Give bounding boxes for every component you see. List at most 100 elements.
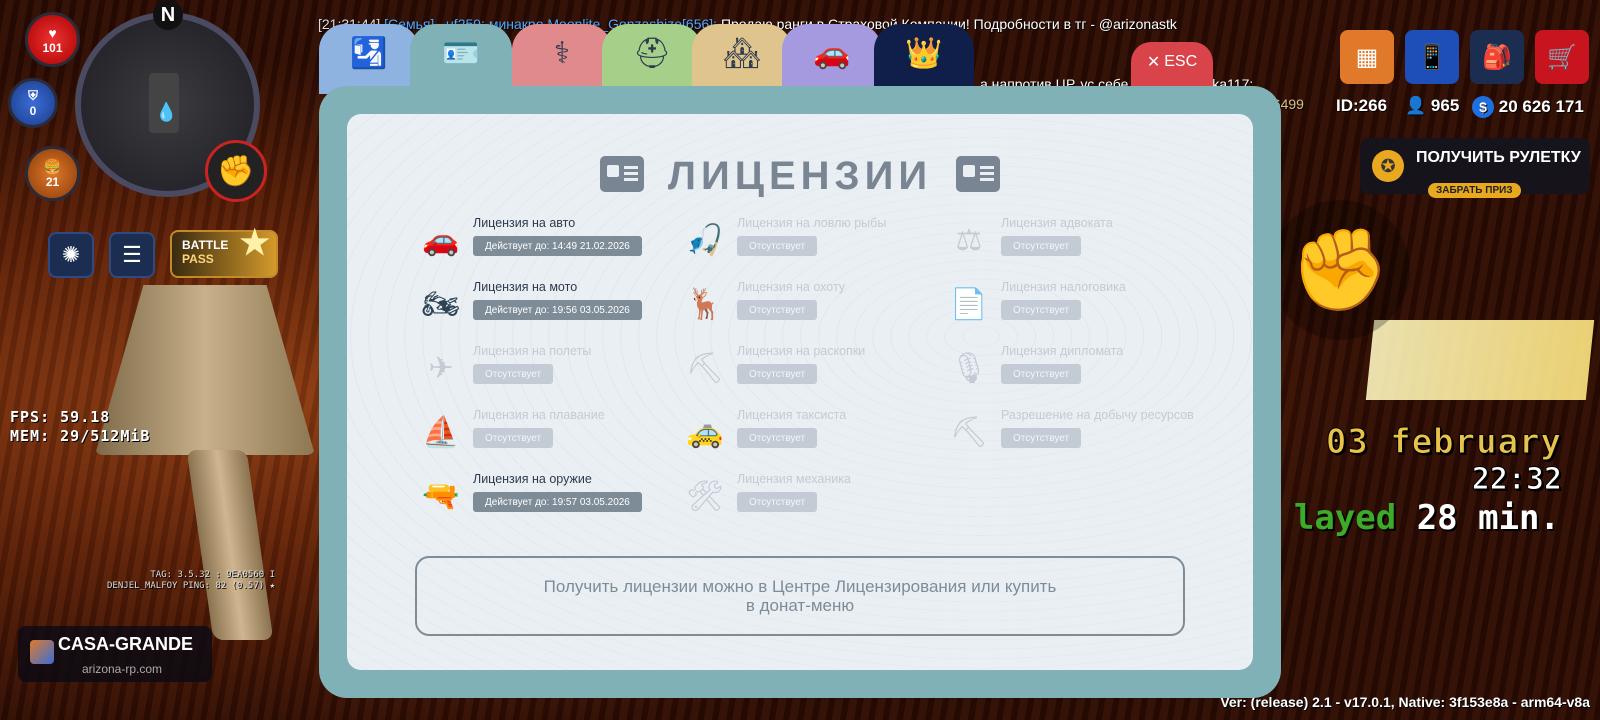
server-name: CASA-GRANDE [58,634,193,654]
passport-icon: 🛂 [350,37,388,70]
pistol-icon: 🔫 [422,479,460,513]
license-status: Отсутствует [1001,364,1082,384]
license-name: Лицензия на плавание [473,408,605,422]
mem-label: MEM: [10,427,51,445]
license-name: Разрешение на добычу ресурсов [1001,408,1194,422]
grid-icon: ▦ [1355,43,1379,71]
airplane-icon: ✈ [428,351,454,385]
license-name: Лицензия механика [737,472,851,486]
loading-menu-button[interactable]: ✺ [48,232,94,278]
license-status: Отсутствует [473,428,554,448]
tab-donate[interactable]: 👑 [874,24,974,94]
tools-icon: 🛠 [685,479,725,513]
license-item: 🎙 Лицензия дипломата Отсутствует [947,344,1207,394]
roulette-title: ПОЛУЧИТЬ РУЛЕТКУ [1416,149,1581,166]
money-display: $ 20 626 171 [1472,96,1584,118]
info-box: Получить лицензии можно в Центре Лицензи… [415,556,1185,636]
played-label: layed [1293,498,1397,538]
license-name: Лицензия на ловлю рыбы [737,216,887,230]
title-text: ЛИЦЕНЗИИ [667,154,933,198]
license-item: 🛠 Лицензия механика Отсутствует [683,472,943,522]
license-item: ⚖ Лицензия адвоката Отсутствует [947,216,1207,266]
spinner-cursor-icon: ✺ [61,242,81,267]
phone-icon: 📱 [1417,43,1447,71]
license-status: Отсутствует [737,364,818,384]
main-menu-button[interactable]: ▦ [1340,30,1394,84]
tax-document-icon: 📄 [950,287,988,321]
helmet-icon: ⛑ [632,37,672,70]
heart-icon: ♥ [48,24,57,41]
debug-tag: TAG: 3.5.32 : 9EA0560 I DENJEL_MALFOY PI… [55,570,275,592]
online-value: 965 [1430,96,1460,115]
license-item: 🎣 Лицензия на ловлю рыбы Отсутствует [683,216,943,266]
id-card-icon: 🪪 [442,37,480,70]
waypoint-icon: 💧 [155,102,178,122]
license-item: 🚕 Лицензия таксиста Отсутствует [683,408,943,458]
health-indicator: ♥ 101 [25,12,80,67]
played-value: 28 min. [1416,498,1560,538]
id-card-icon [956,156,1001,193]
tag-line: TAG: 3.5.32 : 9EA0560 I [150,570,275,580]
compass-north: N [153,0,183,30]
claim-prize-badge: ЗАБРАТЬ ПРИЗ [1428,183,1521,198]
version-string: Ver: (release) 2.1 - v17.0.1, Native: 3f… [1220,694,1590,710]
diplomat-icon: 🎙 [949,351,989,385]
burger-icon: 🍔 [43,158,62,174]
player-id: ID:266 [1336,96,1388,115]
license-status: Отсутствует [737,492,818,512]
server-site: arizona-rp.com [82,662,163,676]
license-status: Действует до: 19:57 03.05.2026 [473,492,642,512]
license-status: Отсутствует [737,236,818,256]
esc-label: ESC [1164,53,1198,70]
shop-button[interactable]: 🛒 [1535,30,1589,84]
played-time: layed 28 min. [1294,498,1560,538]
license-item: ✈ Лицензия на полеты Отсутствует [419,344,679,394]
roulette-button[interactable]: ✪ ПОЛУЧИТЬ РУЛЕТКУ ЗАБРАТЬ ПРИЗ [1360,138,1590,198]
license-name: Лицензия на раскопки [737,344,866,358]
car-icon: 🚗 [813,37,851,70]
online-count: 👤 965 [1405,96,1459,116]
crown-icon: 👑 [905,37,943,70]
battle-pass-button[interactable]: BATTLE PASS ★ [170,224,278,278]
tab-passport[interactable]: 🛂 [319,24,419,94]
id-card-icon [599,156,644,193]
star-icon: ★ [239,224,270,262]
license-item: ⛏ Лицензия на раскопки Отсутствует [683,344,943,394]
license-item: ⛏ Разрешение на добычу ресурсов Отсутствуе… [947,408,1207,458]
phone-button[interactable]: 📱 [1405,30,1459,84]
deer-icon: 🦌 [686,287,724,321]
tab-licenses[interactable]: 🪪 [410,24,512,94]
license-name: Лицензия на охоту [737,280,846,294]
weapon-fist-icon[interactable]: ✊ [205,140,267,202]
roulette-wheel-icon: ✪ [1372,150,1404,182]
page-title: ЛИЦЕНЗИИ [347,154,1253,199]
license-name: Лицензия на полеты [473,344,592,358]
tab-property[interactable]: 🏘 [692,24,792,94]
license-status: Отсутствует [1001,300,1082,320]
license-name: Лицензия таксиста [737,408,847,422]
armor-value: 0 [29,104,37,118]
time-display: 22:32 [1471,462,1562,498]
license-item: 📄 Лицензия налоговика Отсутствует [947,280,1207,330]
tab-military[interactable]: ⛑ [602,24,702,94]
quest-list-button[interactable]: ☰ [109,232,155,278]
player-ping-line: DENJEL_MALFOY PING: 82 (0.57) ★ [107,581,275,591]
fps-counter: FPS: 59.18 MEM: 29/512MiB [10,408,150,446]
license-status: Отсутствует [1001,236,1082,256]
close-button[interactable]: ✕ ESC [1131,42,1213,86]
dollar-icon: $ [1472,96,1494,118]
license-name: Лицензия на оружие [473,472,592,486]
hunger-value: 21 [45,175,60,189]
license-name: Лицензия на мото [473,280,578,294]
fist-icon: ✊ [1270,200,1410,340]
person-icon: 👤 [1405,96,1427,115]
medical-icon: ⚕ [553,37,571,70]
money-value: 20 626 171 [1498,97,1584,116]
license-status: Отсутствует [737,300,818,320]
license-status: Отсутствует [473,364,554,384]
tab-medical[interactable]: ⚕ [512,24,612,94]
inventory-button[interactable]: 🎒 [1470,30,1524,84]
close-icon: ✕ [1146,54,1161,71]
tab-vehicles[interactable]: 🚗 [782,24,882,94]
gavel-icon: ⚖ [955,223,983,257]
